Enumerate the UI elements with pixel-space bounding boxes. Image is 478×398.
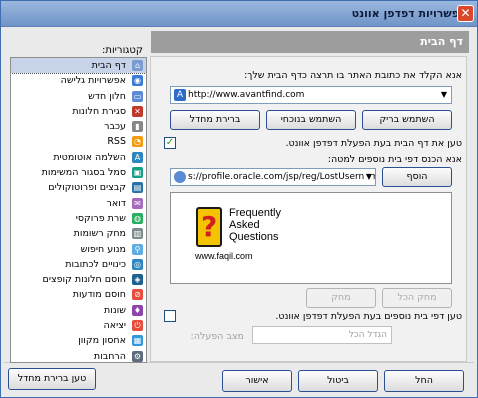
category-label: דף הבית <box>91 60 126 71</box>
extensions-icon: ⚙ <box>132 350 143 362</box>
faq-line3: Questions <box>229 231 279 243</box>
faq-line2: Asked <box>229 219 260 231</box>
faq-url: www.faqil.com <box>195 251 253 261</box>
category-label: שונות <box>104 304 126 316</box>
category-item[interactable]: ◎ כינויים לכתובות <box>11 257 146 272</box>
category-item[interactable]: ✕ סגירת חלונות <box>11 104 146 119</box>
load-extra-label: טען דפי בית נוספים בעת הפעלת דפדפן אוונט… <box>275 311 462 322</box>
category-label: חוסם מודעות <box>72 289 126 301</box>
misc-icon: ♦ <box>132 304 143 316</box>
category-label: חלון חדש <box>88 90 126 102</box>
category-item[interactable]: ▥ מחק רשומות <box>11 226 146 241</box>
faq-text: Frequently Asked Questions <box>229 207 281 243</box>
category-item[interactable]: ◉ אפשרויות גלישה <box>11 73 146 88</box>
extra-page-input[interactable]: s://profile.oracle.com/jsp/reg/LostUsern… <box>170 168 376 186</box>
category-item[interactable]: ⌂ דף הבית <box>11 58 146 75</box>
category-item[interactable]: ⚙ הרחבות <box>11 349 146 362</box>
category-label: אחסון מקוון <box>78 335 126 347</box>
files-icon: ▤ <box>132 182 143 194</box>
exit-icon: ⏻ <box>132 320 143 332</box>
use-current-button[interactable]: השתמש בנוכחי <box>266 110 356 130</box>
category-item[interactable]: ◍ שרת פרוקסי <box>11 211 146 226</box>
category-label: שרת פרוקסי <box>75 212 126 224</box>
apply-button[interactable]: החל <box>384 370 464 392</box>
homepage-dropdown-icon[interactable]: ▼ <box>441 87 447 103</box>
home-icon: ⌂ <box>132 60 143 71</box>
category-item[interactable]: ⊘ חוסם מודעות <box>11 287 146 302</box>
category-item[interactable]: ▣ סמל בסגור המשימות <box>11 165 146 180</box>
homepage-input[interactable]: Ahttp://www.avantfind.com ▼ <box>170 86 452 104</box>
startup-state-label: מצב הפעלה: <box>190 331 245 342</box>
category-item[interactable]: ◔ RSS <box>11 134 146 149</box>
category-label: דואר <box>106 197 127 209</box>
category-label: סמל בסגור המשימות <box>41 167 126 179</box>
online-storage-icon: ▦ <box>132 335 143 347</box>
tray-icon: ▣ <box>132 167 143 179</box>
category-label: יציאה <box>103 320 126 332</box>
use-blank-button[interactable]: השתמש בריק <box>362 110 452 130</box>
startup-state-select[interactable]: הגדל הכל <box>252 326 392 344</box>
window-icon: ▭ <box>132 90 143 102</box>
category-item[interactable]: ▮ עכבר <box>11 119 146 134</box>
category-item[interactable]: ♦ שונות <box>11 303 146 318</box>
category-item[interactable]: A השלמה אוטומטית <box>11 150 146 165</box>
autocomplete-icon: A <box>132 151 143 163</box>
category-label: השלמה אוטומטית <box>53 151 126 163</box>
rss-icon: ◔ <box>132 136 143 148</box>
mail-icon: ✉ <box>132 197 143 209</box>
faq-logo-icon: ? <box>196 207 222 247</box>
extra-pages-label: אנא הכנס דפי בית נוספים למטה: <box>327 154 462 165</box>
load-extra-checkbox[interactable] <box>164 310 176 322</box>
load-home-label: טען את דף הבית בעת הפעלת דפדפן אוונט. <box>285 138 462 149</box>
category-label: אפשרויות גלישה <box>60 75 126 87</box>
category-item[interactable]: ▤ קבצים ופרוטוקולים <box>11 180 146 195</box>
category-item[interactable]: ▭ חלון חדש <box>11 89 146 104</box>
extra-page-value: s://profile.oracle.com/jsp/reg/LostUsern… <box>188 172 376 182</box>
proxy-icon: ◍ <box>132 212 143 224</box>
category-label: הרחבות <box>93 350 126 362</box>
extra-pages-list[interactable]: ? Frequently Asked Questions www.faqil.c… <box>170 192 452 284</box>
homepage-label: אנא הקלד את כתובת האתר בו תרצה כדף הבית … <box>244 70 462 81</box>
category-label: מחק רשומות <box>73 228 126 240</box>
category-item[interactable]: ▦ אחסון מקוון <box>11 333 146 348</box>
browse-icon: ◉ <box>132 75 143 87</box>
cancel-button[interactable]: ביטול <box>298 370 378 392</box>
category-label: עכבר <box>104 121 126 133</box>
category-label: קבצים ופרוטוקולים <box>48 182 126 194</box>
homepage-value: http://www.avantfind.com <box>188 90 305 100</box>
load-defaults-button[interactable]: טען ברירת מחדל <box>8 368 96 390</box>
category-item[interactable]: ✉ דואר <box>11 196 146 211</box>
popup-blocker-icon: ◈ <box>132 274 143 286</box>
globe-icon <box>174 171 186 183</box>
faq-line1: Frequently <box>229 207 281 219</box>
category-label: מנוע חיפוש <box>80 243 126 255</box>
category-item[interactable]: ⏻ יציאה <box>11 318 146 333</box>
checkmark-icon: ✓ <box>165 137 175 148</box>
category-label: חוסם חלונות קופצים <box>42 274 126 286</box>
load-home-checkbox[interactable]: ✓ <box>164 137 176 149</box>
extra-page-dropdown-icon[interactable]: ▼ <box>363 169 372 185</box>
use-default-button[interactable]: ברירת מחדל <box>170 110 260 130</box>
category-label: סגירת חלונות <box>72 105 126 117</box>
delete-button[interactable]: מחק <box>306 288 376 308</box>
close-windows-icon: ✕ <box>132 105 143 117</box>
delete-all-button[interactable]: מחק הכל <box>382 288 452 308</box>
search-engine-icon: ⚲ <box>132 243 143 255</box>
alias-icon: ◎ <box>132 258 143 270</box>
ok-button[interactable]: אישור <box>222 370 292 392</box>
category-item[interactable]: ⚲ מנוע חיפוש <box>11 242 146 257</box>
category-label: כינויים לכתובות <box>65 258 126 270</box>
avant-icon: A <box>174 89 186 101</box>
category-label: RSS <box>107 136 126 148</box>
ad-blocker-icon: ⊘ <box>132 289 143 301</box>
category-item[interactable]: ◈ חוסם חלונות קופצים <box>11 272 146 287</box>
erase-icon: ▥ <box>132 228 143 240</box>
mouse-icon: ▮ <box>132 121 143 133</box>
categories-list-box[interactable]: ⌂ דף הבית ◉ אפשרויות גלישה ▭ חלון חדש ✕ סגירת ח… <box>10 57 147 363</box>
add-button[interactable]: הוסף <box>382 167 452 187</box>
